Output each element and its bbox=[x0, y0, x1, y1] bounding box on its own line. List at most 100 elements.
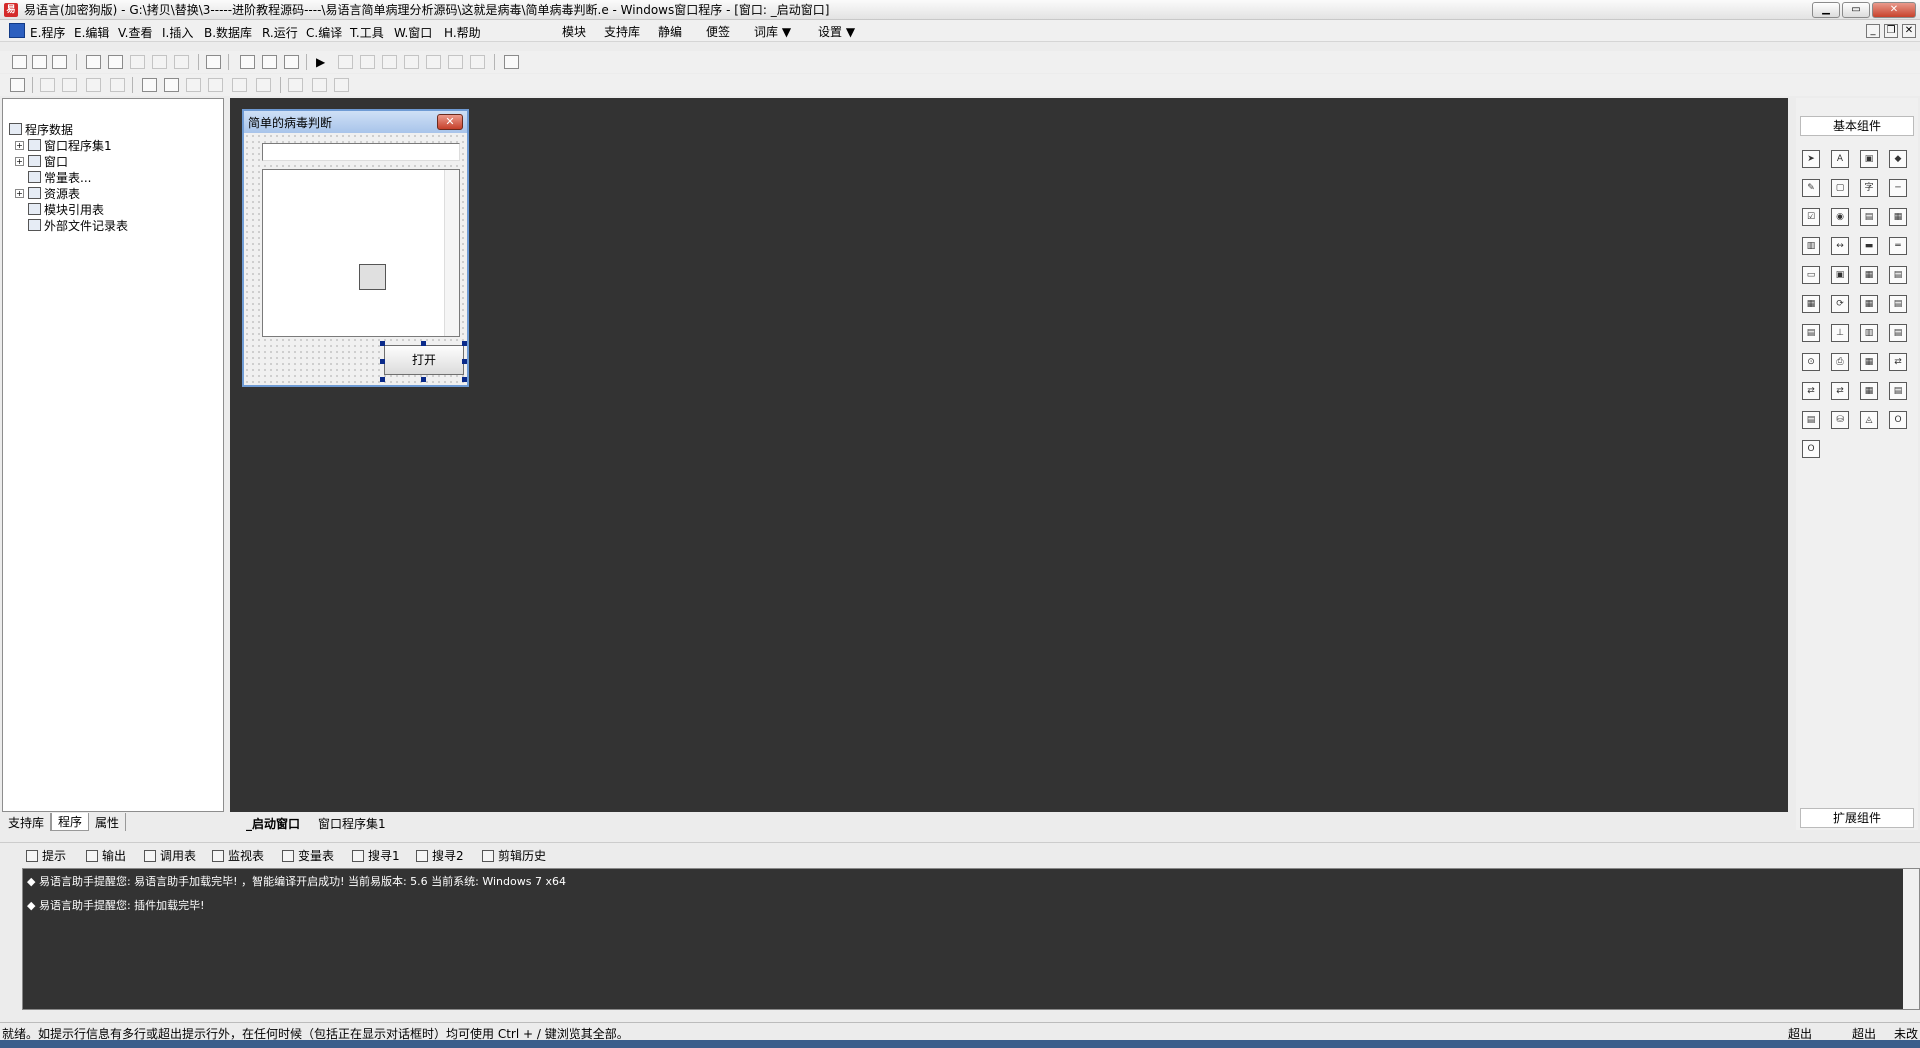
menu-tools[interactable]: T.工具 bbox=[350, 24, 384, 41]
open-file-icon[interactable] bbox=[32, 55, 47, 69]
menu-support-lib[interactable]: 支持库 bbox=[604, 23, 640, 40]
db2-icon[interactable]: ⛁ bbox=[1831, 411, 1849, 429]
scrollbar[interactable] bbox=[444, 170, 459, 336]
resize-handle[interactable] bbox=[380, 359, 385, 364]
line-icon[interactable]: ─ bbox=[1889, 179, 1907, 197]
calc-icon[interactable] bbox=[10, 78, 25, 92]
tab-call-stack[interactable]: 调用表 bbox=[144, 847, 196, 864]
space-h-icon[interactable] bbox=[256, 78, 271, 92]
new-file-icon[interactable] bbox=[12, 55, 27, 69]
order-icon[interactable] bbox=[312, 78, 327, 92]
odbc-icon[interactable]: O bbox=[1889, 411, 1907, 429]
shape-icon[interactable]: ◆ bbox=[1889, 150, 1907, 168]
copy-icon[interactable] bbox=[108, 55, 123, 69]
menu-compile[interactable]: C.编译 bbox=[306, 24, 342, 41]
step-over-icon[interactable] bbox=[426, 55, 441, 69]
minimize-button[interactable]: ▁ bbox=[1812, 2, 1840, 18]
menu-program[interactable]: E.程序 bbox=[30, 24, 65, 41]
folder-icon[interactable]: ▦ bbox=[1860, 295, 1878, 313]
menu-lexicon[interactable]: 词库 ▼ bbox=[754, 23, 791, 40]
file-icon[interactable]: ▤ bbox=[1889, 295, 1907, 313]
cut-icon[interactable] bbox=[86, 55, 101, 69]
tab-icon[interactable]: ▣ bbox=[1831, 266, 1849, 284]
output-panel[interactable]: ◆ 易语言助手提醒您: 易语言助手加载完毕! ，智能编译开启成功! 当前易版本:… bbox=[22, 868, 1920, 1010]
tree-item-resources[interactable]: + 资源表 bbox=[15, 185, 80, 201]
align-right-icon[interactable] bbox=[62, 78, 77, 92]
design-form-window[interactable]: 简单的病毒判断 ✕ 打开 bbox=[242, 109, 469, 387]
undo-icon[interactable] bbox=[174, 55, 189, 69]
tree-item-module-refs[interactable]: 模块引用表 bbox=[28, 201, 104, 217]
layout2-icon[interactable] bbox=[262, 55, 277, 69]
printer-icon[interactable]: ▤ bbox=[1889, 324, 1907, 342]
text-icon[interactable]: 字 bbox=[1860, 179, 1878, 197]
label-icon[interactable]: A bbox=[1831, 150, 1849, 168]
step-into-icon[interactable] bbox=[382, 55, 397, 69]
resize-handle[interactable] bbox=[421, 377, 426, 382]
menu-logo-icon[interactable] bbox=[9, 23, 25, 38]
menu-notes[interactable]: 便签 bbox=[706, 23, 730, 40]
tab-start-window[interactable]: _启动窗口 bbox=[246, 815, 300, 832]
tab-clip-history[interactable]: 剪辑历史 bbox=[482, 847, 546, 864]
checkbox-icon[interactable]: ☑ bbox=[1802, 208, 1820, 226]
tab-variables[interactable]: 变量表 bbox=[282, 847, 334, 864]
timer-icon[interactable]: ⊙ bbox=[1802, 353, 1820, 371]
tab-properties[interactable]: 属性 bbox=[89, 813, 127, 831]
align-bottom-icon[interactable] bbox=[110, 78, 125, 92]
step-out-icon[interactable] bbox=[404, 55, 419, 69]
center-h-icon[interactable] bbox=[142, 78, 157, 92]
edit-icon[interactable]: ✎ bbox=[1802, 179, 1820, 197]
menu-database[interactable]: B.数据库 bbox=[204, 24, 252, 41]
grid-icon[interactable]: ▥ bbox=[1802, 237, 1820, 255]
image-icon[interactable]: ▦ bbox=[1860, 266, 1878, 284]
socket-icon[interactable]: ⇄ bbox=[1889, 353, 1907, 371]
maximize-button[interactable]: ▭ bbox=[1842, 2, 1870, 18]
port-icon[interactable]: ▦ bbox=[1860, 382, 1878, 400]
menu-module[interactable]: 模块 bbox=[562, 23, 586, 40]
arrow-icon[interactable]: ➤ bbox=[1802, 150, 1820, 168]
form-edit-box[interactable] bbox=[262, 143, 460, 161]
odbc2-icon[interactable]: O bbox=[1802, 440, 1820, 458]
combobox-icon[interactable]: ▦ bbox=[1889, 208, 1907, 226]
menu-insert[interactable]: I.插入 bbox=[162, 24, 193, 41]
expand-icon[interactable]: + bbox=[15, 156, 24, 166]
tree-item-constants[interactable]: 常量表... bbox=[28, 169, 91, 185]
step-icon[interactable] bbox=[360, 55, 375, 69]
tree-item-window[interactable]: + 窗口 bbox=[15, 153, 68, 169]
tab-output[interactable]: 输出 bbox=[86, 847, 126, 864]
list-icon[interactable]: ▥ bbox=[1860, 324, 1878, 342]
mdi-restore-button[interactable]: ❐ bbox=[1884, 24, 1898, 38]
breakpoint-icon[interactable] bbox=[448, 55, 463, 69]
tree-item-program-data[interactable]: 程序数据 bbox=[9, 121, 73, 137]
redo-icon[interactable] bbox=[152, 55, 167, 69]
find-icon[interactable] bbox=[206, 55, 221, 69]
hand-icon[interactable] bbox=[470, 55, 485, 69]
stop-icon[interactable] bbox=[338, 55, 353, 69]
expand-icon[interactable]: + bbox=[15, 188, 24, 198]
menu-edit[interactable]: E.编辑 bbox=[74, 24, 109, 41]
form-close-button[interactable]: ✕ bbox=[437, 114, 463, 130]
expand-icon[interactable]: + bbox=[15, 140, 24, 150]
resize-handle[interactable] bbox=[421, 341, 426, 346]
paste-icon[interactable] bbox=[130, 55, 145, 69]
align-top-icon[interactable] bbox=[86, 78, 101, 92]
server-icon[interactable]: ⇄ bbox=[1802, 382, 1820, 400]
output-scrollbar[interactable] bbox=[1903, 869, 1919, 1009]
close-button[interactable]: ✕ bbox=[1872, 2, 1916, 18]
toolbar-icon[interactable]: ▤ bbox=[1802, 324, 1820, 342]
menu-help[interactable]: H.帮助 bbox=[444, 24, 481, 41]
tab-program[interactable]: 程序 bbox=[51, 813, 90, 831]
tab-search1[interactable]: 搜寻1 bbox=[352, 847, 400, 864]
lock-icon[interactable] bbox=[334, 78, 349, 92]
progress-icon[interactable]: ▬ bbox=[1860, 237, 1878, 255]
tab-support-lib[interactable]: 支持库 bbox=[2, 813, 52, 831]
resize-handle[interactable] bbox=[462, 359, 467, 364]
menu-run[interactable]: R.运行 bbox=[262, 24, 298, 41]
db-icon[interactable]: ▤ bbox=[1802, 411, 1820, 429]
database-icon[interactable]: ▤ bbox=[1889, 382, 1907, 400]
scrollbar-icon[interactable]: ↔ bbox=[1831, 237, 1849, 255]
resize-handle[interactable] bbox=[462, 377, 467, 382]
resize-handle[interactable] bbox=[380, 341, 385, 346]
picture-icon[interactable]: ▣ bbox=[1860, 150, 1878, 168]
helper-icon[interactable] bbox=[504, 55, 519, 69]
resize-handle[interactable] bbox=[380, 377, 385, 382]
